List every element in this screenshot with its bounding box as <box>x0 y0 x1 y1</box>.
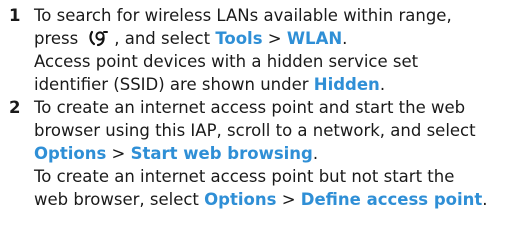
step-text-line: Access point devices with a hidden servi… <box>34 52 419 71</box>
step-text-line: web browser, select Options > Define acc… <box>34 190 488 209</box>
step-text-line: browser using this IAP, scroll to a netw… <box>34 121 476 140</box>
menu-separator: > <box>267 29 282 48</box>
menu-label-tools: Tools <box>215 29 263 48</box>
step-text-line: To create an internet access point but n… <box>34 167 455 186</box>
step-number: 1 <box>9 6 21 25</box>
menu-label-start-web-browsing: Start web browsing <box>130 144 313 163</box>
menu-label-define-access-point: Define access point <box>300 190 483 209</box>
step-text-line: identifier (SSID) are shown under Hidden… <box>34 75 386 94</box>
step-number: 2 <box>9 98 21 117</box>
menu-label-options: Options <box>204 190 277 209</box>
menu-key-icon <box>89 30 109 47</box>
menu-separator: > <box>281 190 296 209</box>
step-text-line: To search for wireless LANs available wi… <box>34 6 452 25</box>
menu-label-hidden: Hidden <box>313 75 380 94</box>
step-2: 2 To create an internet access point and… <box>0 96 514 211</box>
menu-label-wlan: WLAN <box>286 29 343 48</box>
step-1: 1 To search for wireless LANs available … <box>0 4 514 96</box>
instruction-steps: 1 To search for wireless LANs available … <box>0 0 514 211</box>
menu-separator: > <box>111 144 126 163</box>
step-text-line: To create an internet access point and s… <box>34 98 466 117</box>
step-text-line: press , and select Tools > WLAN. <box>34 29 348 48</box>
step-text-line: Options > Start web browsing. <box>34 144 319 163</box>
menu-label-options: Options <box>34 144 107 163</box>
